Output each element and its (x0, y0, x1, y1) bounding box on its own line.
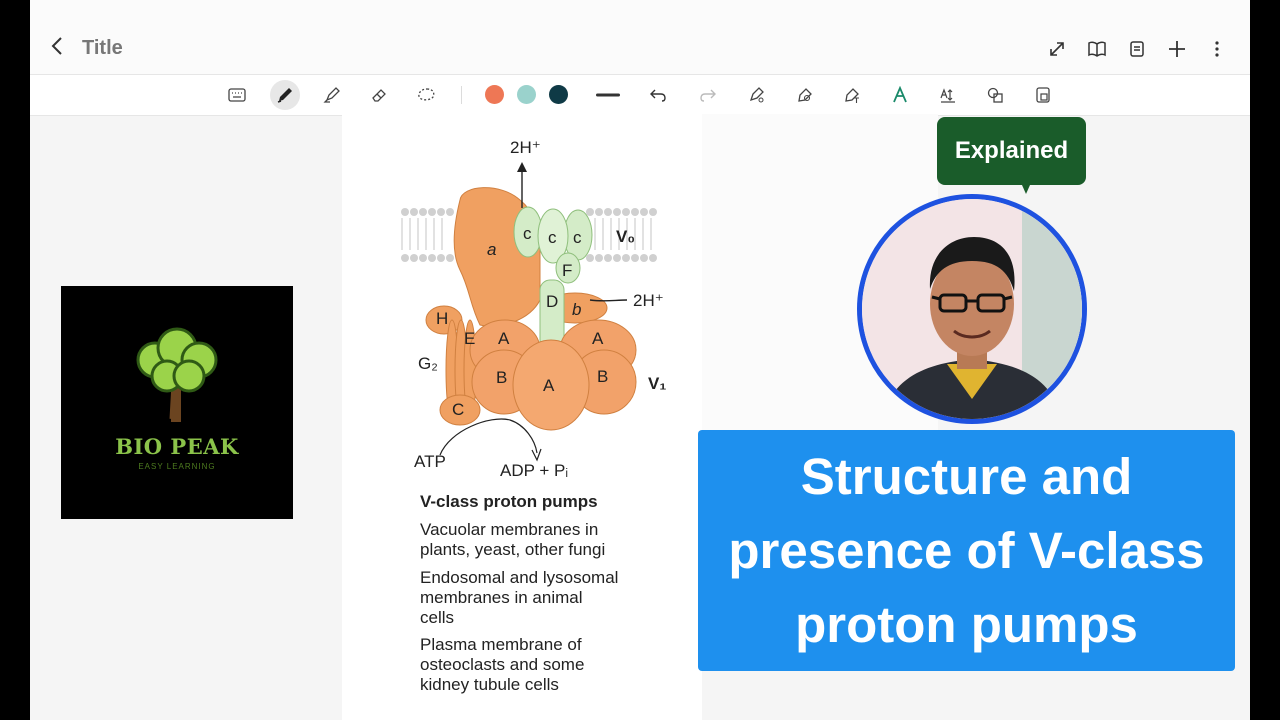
bubble-text: Explained (954, 137, 1069, 164)
banner-text: Structure and presence of V-class proton… (707, 440, 1227, 662)
tree-icon (136, 327, 218, 422)
label-b-left: B (496, 368, 508, 387)
caption-line: Endosomal and lysosomal (420, 568, 619, 587)
presenter-avatar (857, 194, 1087, 424)
bio-peak-logo: BIO PEAK EASY LEARNING (61, 286, 293, 519)
caption-line: Vacuolar membranes in (420, 520, 599, 539)
subunit-d (539, 279, 565, 351)
banner-line: presence of V-class (728, 521, 1205, 579)
label-a-center: A (543, 376, 555, 395)
caption-line: cells (420, 608, 455, 627)
label-v1: V₁ (648, 374, 667, 393)
label-adp: ADP + Pᵢ (500, 461, 569, 480)
label-g2: G₂ (418, 354, 438, 373)
notes-app: Title 2H⁺ 2H⁺ a c c c V₀ F D b H E A A G… (30, 0, 1250, 720)
label-b: b (572, 300, 582, 319)
label-a: a (487, 240, 497, 259)
label-top-proton: 2H⁺ (510, 138, 541, 157)
label-b-right: B (597, 367, 609, 386)
label-a-right: A (592, 329, 604, 348)
banner-line: Structure and (800, 447, 1133, 505)
caption-line: kidney tubule cells (420, 675, 559, 694)
label-f: F (562, 261, 573, 280)
label-d: D (546, 292, 559, 311)
label-e: E (464, 329, 476, 348)
caption-vacuolar: Vacuolar membranes in plants, yeast, oth… (420, 520, 605, 560)
label-c1: c (523, 224, 532, 243)
label-atp: ATP (414, 452, 446, 471)
label-v0: V₀ (616, 227, 636, 246)
label-side-proton: 2H⁺ (633, 291, 664, 310)
logo-name: BIO PEAK (115, 434, 239, 459)
caption-line: Plasma membrane of (420, 635, 582, 654)
banner-line: proton pumps (795, 595, 1138, 653)
caption-plasma: Plasma membrane of osteoclasts and some … (420, 635, 584, 695)
label-c-bottom: C (452, 400, 465, 419)
caption-title: V-class proton pumps (420, 492, 598, 511)
caption-line: membranes in animal (420, 588, 583, 607)
caption-line: osteoclasts and some (420, 655, 585, 674)
title-banner: Structure and presence of V-class proton… (698, 430, 1235, 671)
caption-endosomal: Endosomal and lysosomal membranes in ani… (420, 568, 618, 628)
explained-bubble: Explained (937, 117, 1086, 185)
label-a-left: A (498, 329, 510, 348)
presenter-photo (862, 199, 1082, 419)
label-c2: c (548, 228, 557, 247)
label-h: H (436, 309, 449, 328)
caption-line: plants, yeast, other fungi (420, 540, 606, 559)
bubble-tail-icon (1022, 185, 1030, 194)
label-c3: c (573, 228, 582, 247)
logo-tagline: EASY LEARNING (138, 462, 216, 471)
